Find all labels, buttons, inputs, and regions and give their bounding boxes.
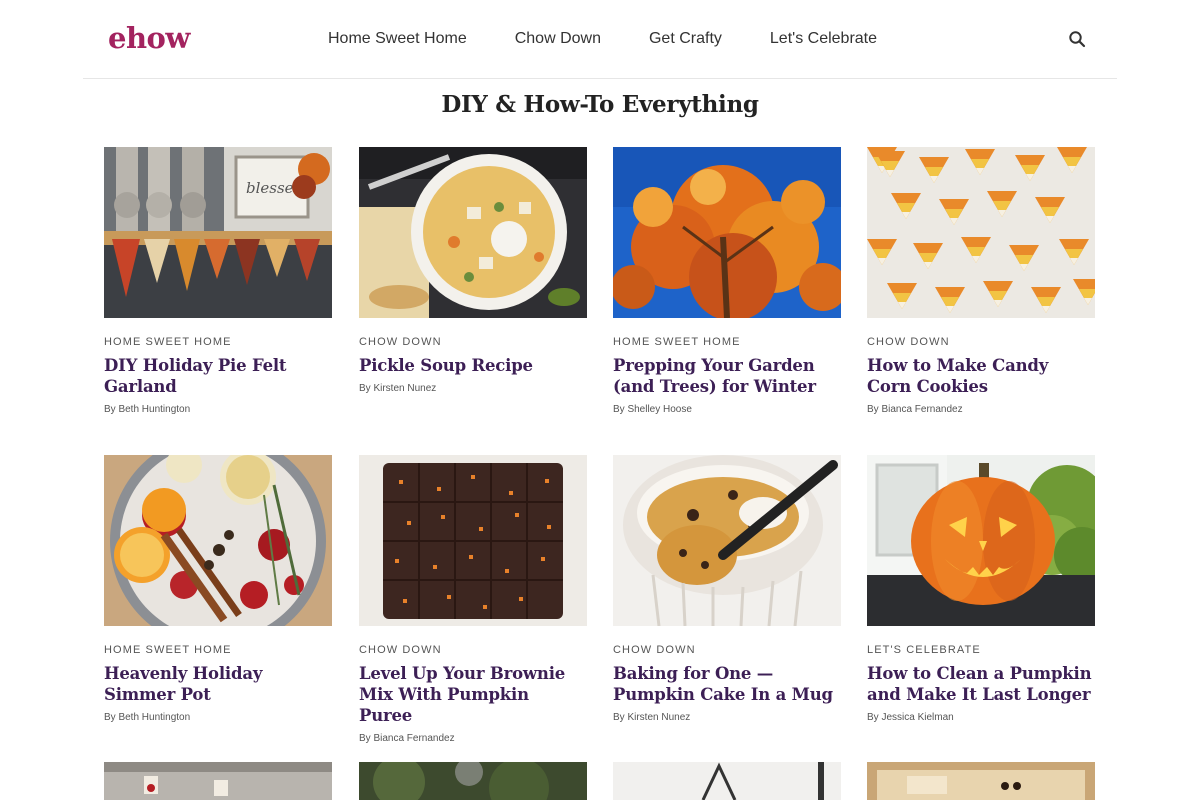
site-header: ehow Home Sweet Home Chow Down Get Craft… [0,0,1200,78]
card-category[interactable]: CHOW DOWN [359,644,587,656]
search-icon[interactable] [1066,28,1088,50]
card-author[interactable]: By Jessica Kielman [867,712,1095,724]
hanging-utensils-image[interactable] [613,762,841,800]
ehow-logo[interactable]: ehow [108,18,190,58]
card-category[interactable]: HOME SWEET HOME [104,644,332,656]
card-category[interactable]: HOME SWEET HOME [104,336,332,348]
article-card[interactable] [104,762,332,800]
article-card[interactable]: HOME SWEET HOME Heavenly Holiday Simmer … [104,455,332,724]
pumpkin-mug-cake-image[interactable] [613,455,841,626]
nav-lets-celebrate[interactable]: Let's Celebrate [770,26,877,52]
article-card[interactable] [359,762,587,800]
article-card[interactable]: LET'S CELEBRATE How to Clean a Pumpkin a… [867,455,1095,724]
card-author[interactable]: By Bianca Fernandez [359,733,587,745]
article-card[interactable]: CHOW DOWN Baking for One — Pumpkin Cake … [613,455,841,724]
article-card[interactable] [613,762,841,800]
mummy-pastries-image[interactable] [867,762,1095,800]
candy-corn-cookies-image[interactable] [867,147,1095,318]
card-title[interactable]: Heavenly Holiday Simmer Pot [104,663,332,705]
card-author[interactable]: By Bianca Fernandez [867,404,1095,416]
card-title[interactable]: Pickle Soup Recipe [359,355,587,376]
article-card[interactable]: CHOW DOWN Level Up Your Brownie Mix With… [359,455,587,745]
card-category[interactable]: CHOW DOWN [867,336,1095,348]
card-author[interactable]: By Shelley Hoose [613,404,841,416]
card-title[interactable]: Level Up Your Brownie Mix With Pumpkin P… [359,663,587,726]
card-title[interactable]: How to Make Candy Corn Cookies [867,355,1095,397]
article-card[interactable]: CHOW DOWN How to Make Candy Corn Cookies… [867,147,1095,416]
article-card[interactable]: HOME SWEET HOME Prepping Your Garden (an… [613,147,841,416]
main-nav: Home Sweet Home Chow Down Get Crafty Let… [328,26,877,52]
nav-get-crafty[interactable]: Get Crafty [649,26,722,52]
nav-home-sweet-home[interactable]: Home Sweet Home [328,26,467,52]
card-author[interactable]: By Kirsten Nunez [613,712,841,724]
greenery-image[interactable] [359,762,587,800]
article-card[interactable]: blessed HOME SWEET HOME DIY Holiday Pie … [104,147,332,416]
autumn-tree-image[interactable] [613,147,841,318]
card-category[interactable]: LET'S CELEBRATE [867,644,1095,656]
card-title[interactable]: How to Clean a Pumpkin and Make It Last … [867,663,1095,705]
card-category[interactable]: CHOW DOWN [359,336,587,348]
page-title: DIY & How-To Everything [441,91,759,118]
nav-chow-down[interactable]: Chow Down [515,26,601,52]
card-author[interactable]: By Kirsten Nunez [359,383,587,395]
card-author[interactable]: By Beth Huntington [104,404,332,416]
card-title[interactable]: Prepping Your Garden (and Trees) for Win… [613,355,841,397]
card-category[interactable]: HOME SWEET HOME [613,336,841,348]
pumpkin-brownies-image[interactable] [359,455,587,626]
card-title[interactable]: DIY Holiday Pie Felt Garland [104,355,332,397]
card-category[interactable]: CHOW DOWN [613,644,841,656]
jack-o-lantern-image[interactable] [867,455,1095,626]
article-card[interactable]: CHOW DOWN Pickle Soup Recipe By Kirsten … [359,147,587,395]
card-author[interactable]: By Beth Huntington [104,712,332,724]
pickle-soup-image[interactable] [359,147,587,318]
article-card[interactable] [867,762,1095,800]
simmer-pot-image[interactable] [104,455,332,626]
card-title[interactable]: Baking for One — Pumpkin Cake In a Mug [613,663,841,705]
baking-sheet-image[interactable] [104,762,332,800]
header-divider [83,78,1117,79]
pie-felt-garland-image[interactable]: blessed [104,147,332,318]
